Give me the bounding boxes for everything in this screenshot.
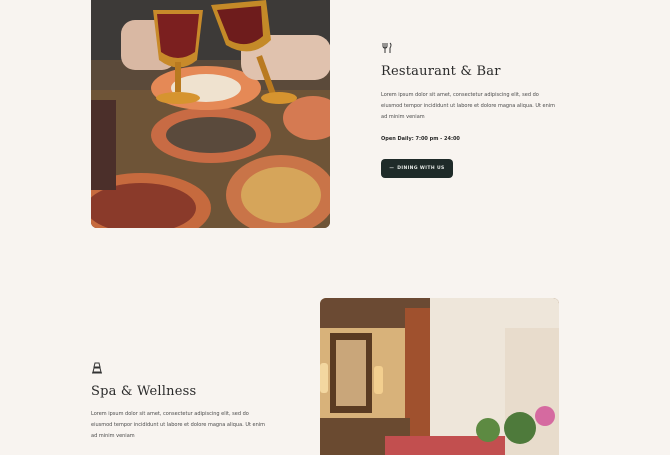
spa-image [320, 298, 559, 455]
spa-lamp-icon [91, 359, 103, 374]
restaurant-image [91, 0, 330, 228]
dining-with-us-button[interactable]: — DINING WITH US [381, 159, 453, 178]
spa-description: Lorem ipsum dolor sit amet, consectetur … [91, 411, 266, 439]
restaurant-description: Lorem ipsum dolor sit amet, consectetur … [381, 92, 556, 120]
dining-with-us-label: DINING WITH US [397, 166, 445, 171]
arrow-icon: — [389, 166, 395, 171]
utensils-icon [381, 39, 393, 53]
restaurant-title: Restaurant & Bar [381, 64, 501, 79]
restaurant-hours: Open Daily: 7:00 pm - 24:00 [381, 136, 460, 142]
spa-title: Spa & Wellness [91, 384, 197, 399]
